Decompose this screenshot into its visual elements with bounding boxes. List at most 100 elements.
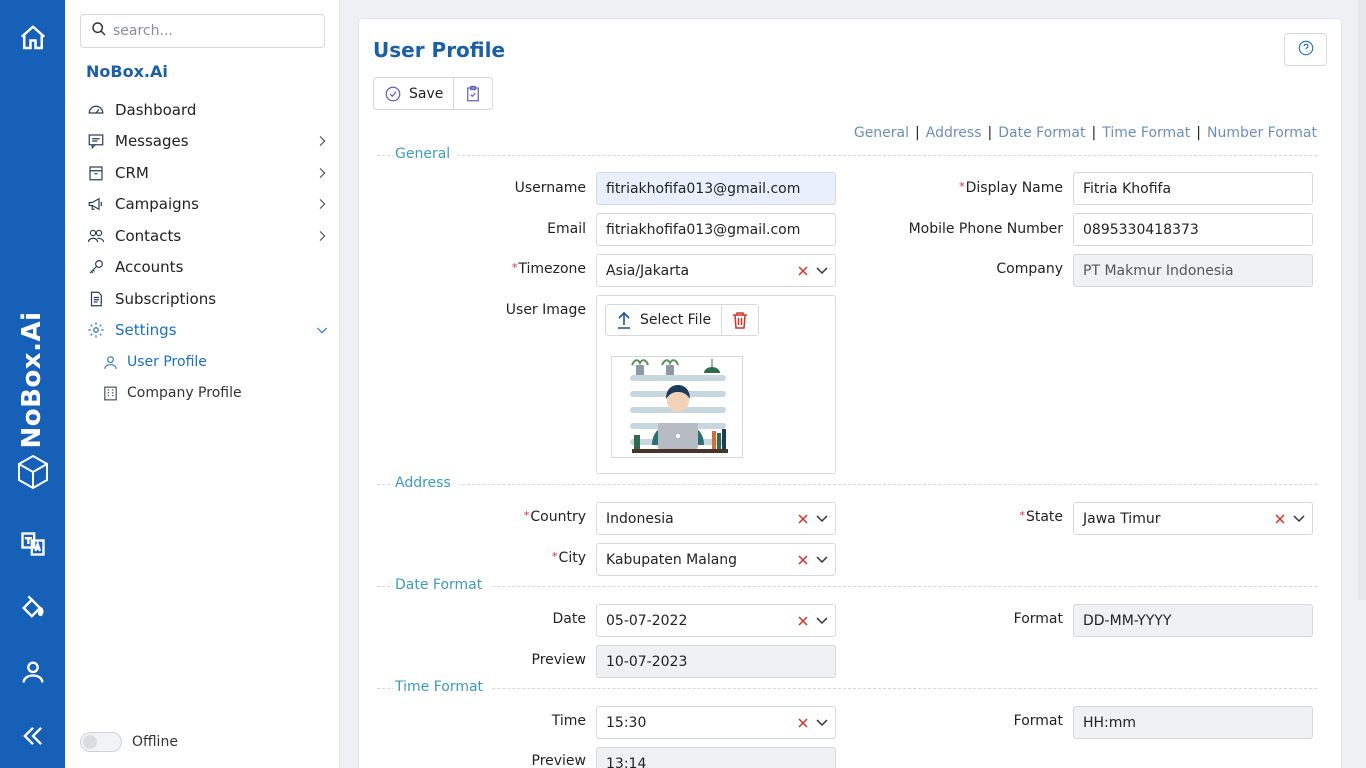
nav-brand: NoBox.Ai bbox=[86, 62, 168, 81]
mobile-label: Mobile Phone Number bbox=[908, 221, 1063, 237]
rail-brand: NoBox.Ai bbox=[17, 311, 47, 449]
collapse-icon[interactable] bbox=[0, 720, 65, 752]
avatar bbox=[611, 356, 743, 458]
select-file-label: Select File bbox=[640, 312, 712, 328]
status-label: Offline bbox=[132, 734, 178, 750]
nav-item-accounts[interactable]: Accounts bbox=[85, 253, 330, 281]
timezone-text: Timezone bbox=[518, 261, 586, 277]
message-icon bbox=[85, 130, 107, 152]
username-field[interactable]: fitriakhofifa013@gmail.com bbox=[596, 172, 836, 205]
mobile-value: 0895330418373 bbox=[1083, 221, 1199, 238]
city-select[interactable]: Kabupaten Malang bbox=[596, 543, 836, 576]
clear-icon[interactable] bbox=[797, 615, 809, 627]
chevron-down-icon[interactable] bbox=[815, 614, 829, 628]
save-button[interactable]: Save bbox=[374, 78, 453, 109]
city-text: City bbox=[558, 550, 586, 566]
country-text: Country bbox=[530, 509, 586, 525]
timezone-select[interactable]: Asia/Jakarta bbox=[596, 254, 836, 287]
time-select[interactable]: 15:30 bbox=[596, 706, 836, 739]
clear-icon[interactable] bbox=[797, 717, 809, 729]
page-scrollbar[interactable] bbox=[1358, 0, 1366, 600]
chevron-down-icon bbox=[314, 322, 330, 342]
chevron-right-icon bbox=[314, 165, 330, 185]
online-status: Offline bbox=[80, 732, 178, 752]
time-value: 15:30 bbox=[606, 714, 647, 731]
select-controls bbox=[797, 716, 829, 730]
key-icon bbox=[85, 256, 107, 278]
anchor-address[interactable]: Address bbox=[926, 125, 982, 141]
clear-icon[interactable] bbox=[797, 513, 809, 525]
search-input[interactable] bbox=[113, 23, 313, 39]
nav-item-dashboard[interactable]: Dashboard bbox=[85, 96, 330, 124]
gear-icon bbox=[85, 319, 107, 341]
profile-card: User Profile Save General | Address | Date… bbox=[358, 18, 1342, 768]
city-value: Kabupaten Malang bbox=[606, 551, 738, 568]
nav-label: Settings bbox=[115, 321, 177, 339]
username-label: Username bbox=[514, 180, 586, 196]
anchor-separator: | bbox=[987, 125, 993, 141]
state-select[interactable]: Jawa Timur bbox=[1073, 502, 1313, 535]
home-icon[interactable] bbox=[0, 20, 65, 56]
search-box[interactable] bbox=[80, 14, 325, 48]
section-address: Address bbox=[377, 475, 1317, 491]
search-icon bbox=[91, 21, 107, 41]
time-format-label: Format bbox=[1013, 713, 1063, 729]
nav-item-crm[interactable]: CRM bbox=[85, 159, 330, 187]
anchor-time-format[interactable]: Time Format bbox=[1102, 125, 1190, 141]
nav-item-contacts[interactable]: Contacts bbox=[85, 222, 330, 250]
chevron-down-icon[interactable] bbox=[815, 553, 829, 567]
cube-logo-icon bbox=[0, 450, 65, 494]
delete-image-button[interactable] bbox=[721, 305, 758, 335]
select-controls bbox=[1274, 512, 1306, 526]
users-icon bbox=[85, 225, 107, 247]
section-time-format: Time Format bbox=[377, 679, 1317, 695]
nav-item-messages[interactable]: Messages bbox=[85, 127, 330, 155]
nav-item-campaigns[interactable]: Campaigns bbox=[85, 190, 330, 218]
date-format-value: DD-MM-YYYY bbox=[1083, 612, 1172, 629]
nav-item-subscriptions[interactable]: Subscriptions bbox=[85, 285, 330, 313]
upload-icon bbox=[616, 311, 632, 329]
building-icon bbox=[100, 383, 120, 403]
online-toggle[interactable] bbox=[80, 732, 122, 752]
chevron-down-icon[interactable] bbox=[815, 264, 829, 278]
nav-label: Accounts bbox=[115, 258, 184, 276]
date-select[interactable]: 05-07-2022 bbox=[596, 604, 836, 637]
sub-item-user-profile[interactable]: User Profile bbox=[100, 349, 207, 375]
save-label: Save bbox=[409, 85, 444, 102]
chevron-down-icon[interactable] bbox=[815, 512, 829, 526]
chevron-down-icon[interactable] bbox=[1292, 512, 1306, 526]
page-title: User Profile bbox=[373, 38, 506, 62]
anchor-number-format[interactable]: Number Format bbox=[1207, 125, 1317, 141]
user-icon[interactable] bbox=[0, 656, 65, 688]
date-preview-field: 10-07-2023 bbox=[596, 645, 836, 678]
sub-item-label: Company Profile bbox=[127, 385, 242, 401]
translate-icon[interactable] bbox=[0, 528, 65, 560]
clear-icon[interactable] bbox=[797, 265, 809, 277]
paint-bucket-icon[interactable] bbox=[0, 592, 65, 624]
anchor-date-format[interactable]: Date Format bbox=[998, 125, 1085, 141]
nav-label: Subscriptions bbox=[115, 290, 217, 308]
country-select[interactable]: Indonesia bbox=[596, 502, 836, 535]
chevron-down-icon[interactable] bbox=[815, 716, 829, 730]
email-field[interactable]: fitriakhofifa013@gmail.com bbox=[596, 213, 836, 246]
section-title: Date Format bbox=[393, 577, 491, 593]
display-name-text: Display Name bbox=[965, 180, 1063, 196]
clear-icon[interactable] bbox=[797, 554, 809, 566]
anchor-general[interactable]: General bbox=[854, 125, 909, 141]
help-button[interactable] bbox=[1284, 33, 1327, 66]
clipboard-button[interactable] bbox=[453, 78, 492, 109]
select-file-button[interactable]: Select File bbox=[606, 305, 721, 335]
date-format-field: DD-MM-YYYY bbox=[1073, 604, 1313, 637]
clear-icon[interactable] bbox=[1274, 513, 1286, 525]
required-mark: * bbox=[1019, 509, 1025, 522]
display-name-field[interactable]: Fitria Khofifa bbox=[1073, 172, 1313, 205]
mobile-field[interactable]: 0895330418373 bbox=[1073, 213, 1313, 246]
sub-item-company-profile[interactable]: Company Profile bbox=[100, 380, 242, 406]
section-date-format: Date Format bbox=[377, 577, 1317, 593]
section-title: General bbox=[393, 146, 459, 162]
box-icon bbox=[85, 162, 107, 184]
nav-item-settings[interactable]: Settings bbox=[85, 316, 330, 344]
chevron-right-icon bbox=[314, 228, 330, 248]
section-divider bbox=[377, 484, 1317, 485]
section-divider bbox=[377, 586, 1317, 587]
